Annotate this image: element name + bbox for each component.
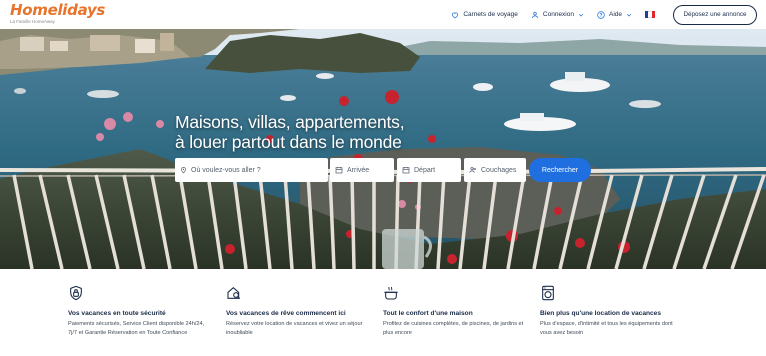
calendar-icon: [402, 167, 410, 174]
map-pin-icon: [181, 167, 186, 174]
hero-title: Maisons, villas, appartements, à louer p…: [175, 112, 405, 152]
feature-item: Tout le confort d'une maison Profitez de…: [383, 285, 533, 338]
search-button[interactable]: Rechercher: [529, 158, 591, 182]
users-icon: [469, 167, 476, 173]
departure-placeholder: Départ: [414, 166, 436, 174]
feature-desc-line: vous avez besoin: [540, 330, 584, 336]
user-icon: [531, 11, 538, 18]
arrival-date-input[interactable]: Arrivée: [330, 158, 394, 182]
feature-desc-line: Plus d'espace, d'intimité et tous les éq…: [540, 321, 673, 327]
nav-help-label: Aide: [608, 11, 622, 18]
feature-item: Vos vacances de rêve commencent ici Rése…: [226, 285, 376, 338]
homelidays-logo[interactable]: Homelidays La Famille HomeAway: [10, 1, 106, 25]
logo-tagline: La Famille HomeAway: [10, 19, 55, 24]
nav-login[interactable]: Connexion: [531, 11, 584, 19]
nav-favorites-label: Carnets de voyage: [463, 11, 518, 18]
chevron-down-icon: [578, 13, 583, 17]
nav-login-label: Connexion: [542, 11, 574, 18]
washing-machine-icon: [542, 285, 554, 301]
main-nav: Carnets de voyage Connexion Aide Déposez…: [451, 0, 766, 29]
feature-desc-line: plus encore: [383, 330, 412, 336]
destination-placeholder: Où voulez-vous aller ?: [191, 166, 261, 174]
heart-icon: [452, 12, 459, 18]
nav-favorites[interactable]: Carnets de voyage: [451, 11, 518, 19]
guests-input[interactable]: Couchages: [464, 158, 526, 182]
feature-desc-line: Profitez de cuisines complètes, de pisci…: [383, 321, 524, 327]
feature-item: Vos vacances en toute sécurité Paiements…: [68, 285, 218, 338]
french-flag-icon[interactable]: [645, 11, 655, 18]
feature-description: Profitez de cuisines complètes, de pisci…: [383, 320, 533, 338]
top-header: Homelidays La Famille HomeAway Carnets d…: [0, 0, 766, 29]
hero-title-line-2: à louer partout dans le monde: [175, 132, 402, 152]
feature-title: Bien plus qu'une location de vacances: [540, 310, 662, 317]
feature-title: Vos vacances en toute sécurité: [68, 310, 166, 317]
cooking-pot-icon: [384, 286, 398, 300]
feature-desc-line: Réservez votre location de vacances et v…: [226, 321, 363, 327]
feature-description: Réservez votre location de vacances et v…: [226, 320, 376, 338]
feature-description: Paiements sécurisés, Service Client disp…: [68, 320, 218, 338]
chevron-down-icon: [626, 13, 632, 17]
departure-date-input[interactable]: Départ: [397, 158, 461, 182]
guests-placeholder: Couchages: [481, 166, 517, 174]
post-listing-button[interactable]: Déposez une annonce: [673, 4, 757, 25]
lock-shield-icon: [70, 285, 82, 301]
feature-desc-line: 7j/7 et Garantie Réservation en Toute Co…: [68, 330, 188, 336]
calendar-icon: [335, 167, 343, 174]
arrival-placeholder: Arrivée: [347, 166, 370, 174]
feature-description: Plus d'espace, d'intimité et tous les éq…: [540, 320, 690, 338]
destination-input[interactable]: Où voulez-vous aller ?: [175, 158, 328, 182]
help-circle-icon: [597, 10, 605, 19]
logo-text: Homelidays: [10, 1, 106, 19]
feature-title: Vos vacances de rêve commencent ici: [226, 310, 346, 317]
house-search-icon: [227, 286, 241, 300]
nav-help[interactable]: Aide: [597, 10, 632, 19]
feature-title: Tout le confort d'une maison: [383, 310, 473, 317]
feature-item: Bien plus qu'une location de vacances Pl…: [540, 285, 690, 338]
features-section: Vos vacances en toute sécurité Paiements…: [0, 269, 766, 356]
hero-title-line-1: Maisons, villas, appartements,: [175, 112, 405, 132]
feature-desc-line: inoubliable: [226, 330, 253, 336]
hero-banner: Maisons, villas, appartements, à louer p…: [0, 29, 766, 269]
feature-desc-line: Paiements sécurisés, Service Client disp…: [68, 321, 205, 327]
